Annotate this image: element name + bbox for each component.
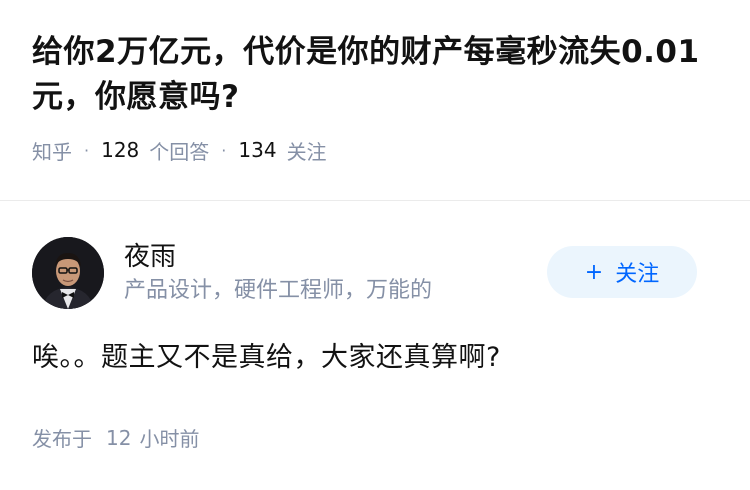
meta-separator: · [84, 140, 90, 160]
avatar[interactable] [32, 237, 104, 309]
answer-content[interactable]: 唉。。题主又不是真给，大家还真算啊? [32, 338, 501, 378]
source-label[interactable]: 知乎 [32, 136, 72, 165]
answer-count: 128 [101, 138, 140, 162]
plus-icon: + [584, 259, 604, 285]
author-info[interactable]: 夜雨 产品设计，硬件工程师，万能的 [32, 237, 432, 309]
meta-separator: · [221, 140, 227, 160]
publish-unit: 小时前 [139, 427, 200, 451]
answer-count-label[interactable]: 个回答 [149, 136, 209, 165]
avatar-image [32, 237, 104, 309]
follower-count: 134 [238, 138, 277, 162]
follow-button-label: 关注 [615, 262, 660, 287]
author-bio: 产品设计，硬件工程师，万能的 [124, 278, 433, 303]
follower-count-label[interactable]: 关注 [287, 136, 327, 165]
answer-card: 夜雨 产品设计，硬件工程师，万能的 + 关注 唉。。题主又不是真给，大家还真算啊… [0, 201, 750, 490]
publish-label: 发布于 [32, 427, 92, 451]
question-meta: 知乎 · 128 个回答 · 134 关注 [32, 135, 718, 165]
publish-number: 12 [106, 425, 132, 450]
question-header: 给你2万亿元，代价是你的财产每毫秒流失0.01元，你愿意吗? 知乎 · 128 … [0, 0, 750, 200]
question-title[interactable]: 给你2万亿元，代价是你的财产每毫秒流失0.01元，你愿意吗? [32, 30, 718, 120]
author-name[interactable]: 夜雨 [124, 240, 432, 274]
follow-button[interactable]: + 关注 [547, 246, 697, 298]
publish-time: 发布于 12 小时前 [32, 423, 199, 452]
